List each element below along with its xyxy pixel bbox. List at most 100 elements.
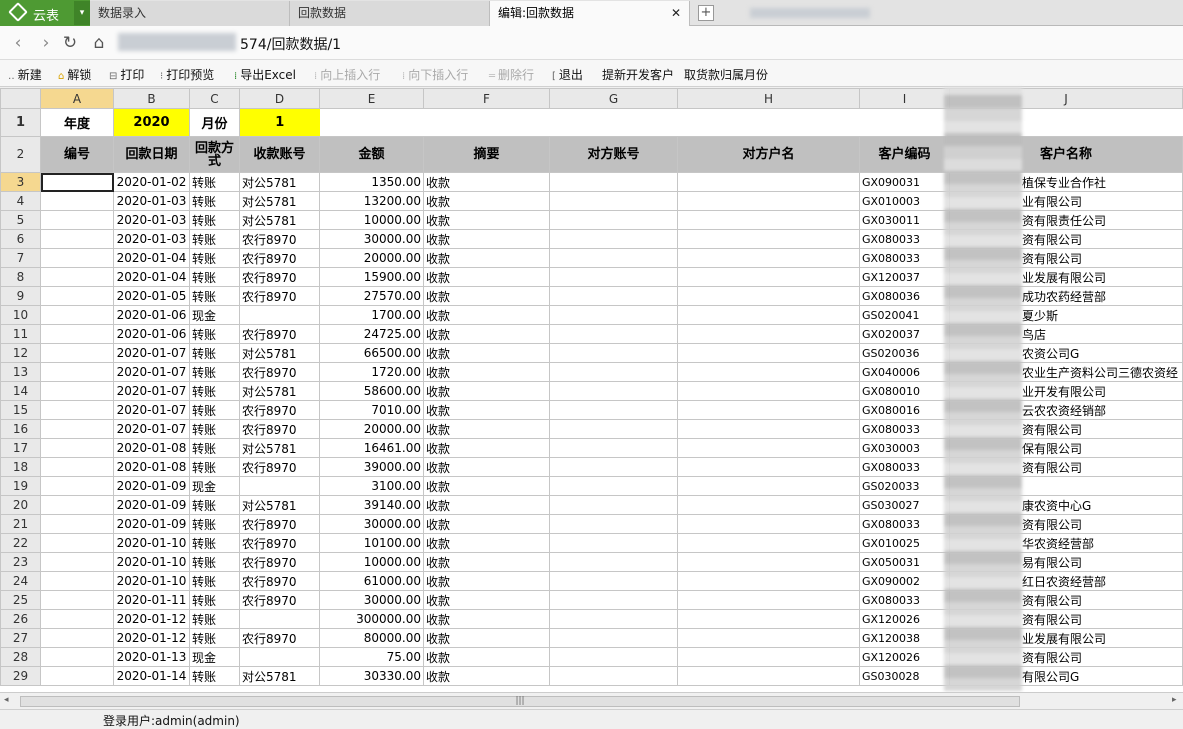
cell-i[interactable]: GX120038: [859, 628, 950, 648]
cell-g[interactable]: [549, 381, 678, 401]
new-button[interactable]: ‥ 新建: [8, 66, 42, 83]
cell-h[interactable]: [677, 343, 860, 363]
row-header[interactable]: 15: [0, 400, 41, 420]
cell-e[interactable]: 61000.00: [319, 571, 424, 591]
cell-c[interactable]: 转账: [189, 438, 240, 458]
cell-a[interactable]: [40, 628, 114, 648]
payment-month-button[interactable]: 取货款归属月份: [684, 66, 768, 83]
cell-e[interactable]: 1700.00: [319, 305, 424, 325]
cell-a[interactable]: [40, 571, 114, 591]
cell-g[interactable]: [549, 666, 678, 686]
row-header[interactable]: 9: [0, 286, 41, 306]
row-header[interactable]: 25: [0, 590, 41, 610]
cell-b[interactable]: 2020-01-11: [113, 590, 190, 610]
row-header[interactable]: 29: [0, 666, 41, 686]
cell-a[interactable]: [40, 381, 114, 401]
cell-a[interactable]: [40, 343, 114, 363]
cell-e[interactable]: 20000.00: [319, 248, 424, 268]
cell-i[interactable]: GX120026: [859, 609, 950, 629]
row-header[interactable]: 24: [0, 571, 41, 591]
cell-b[interactable]: 2020-01-05: [113, 286, 190, 306]
row-header[interactable]: 2: [0, 136, 41, 173]
column-header-g[interactable]: G: [549, 88, 678, 109]
cell-e[interactable]: 3100.00: [319, 476, 424, 496]
cell-h[interactable]: [677, 647, 860, 667]
cell-d[interactable]: 对公5781: [239, 191, 320, 211]
cell-d[interactable]: 农行8970: [239, 248, 320, 268]
cell-e[interactable]: 30000.00: [319, 229, 424, 249]
cell-i[interactable]: GX080033: [859, 590, 950, 610]
cell-i[interactable]: GX080036: [859, 286, 950, 306]
cell-c[interactable]: 现金: [189, 647, 240, 667]
cell-c[interactable]: 转账: [189, 514, 240, 534]
tab-payment-data[interactable]: 回款数据: [290, 1, 490, 26]
cell-a[interactable]: [40, 666, 114, 686]
cell-f[interactable]: 收款: [423, 343, 550, 363]
cell-h[interactable]: [677, 457, 860, 477]
cell-f[interactable]: 收款: [423, 267, 550, 287]
cell-g[interactable]: [549, 324, 678, 344]
cell-b[interactable]: 2020-01-14: [113, 666, 190, 686]
row-header[interactable]: 17: [0, 438, 41, 458]
cell-d[interactable]: 农行8970: [239, 400, 320, 420]
cell-c[interactable]: 转账: [189, 609, 240, 629]
horizontal-scrollbar[interactable]: ◂ ||| ▸: [0, 692, 1183, 709]
cell-b[interactable]: 2020-01-06: [113, 324, 190, 344]
cell-d[interactable]: 农行8970: [239, 590, 320, 610]
cell-a[interactable]: [40, 495, 114, 515]
row-header[interactable]: 23: [0, 552, 41, 572]
cell-h[interactable]: [677, 210, 860, 230]
cell-g[interactable]: [549, 495, 678, 515]
cell-a[interactable]: [40, 267, 114, 287]
cell-e[interactable]: 1350.00: [319, 172, 424, 192]
cell-c[interactable]: 转账: [189, 419, 240, 439]
cell-f[interactable]: 收款: [423, 495, 550, 515]
column-header-b[interactable]: B: [113, 88, 190, 109]
cell-g[interactable]: [549, 286, 678, 306]
cell-g[interactable]: [549, 590, 678, 610]
cell-g[interactable]: [549, 457, 678, 477]
blank-cell[interactable]: [319, 108, 1183, 137]
unlock-button[interactable]: ⌂ 解锁: [58, 66, 91, 83]
cell-c[interactable]: 转账: [189, 362, 240, 382]
cell-d[interactable]: 农行8970: [239, 286, 320, 306]
cell-g[interactable]: [549, 628, 678, 648]
cell-c[interactable]: 转账: [189, 590, 240, 610]
cell-g[interactable]: [549, 172, 678, 192]
cell-e[interactable]: 7010.00: [319, 400, 424, 420]
delete-row-button[interactable]: ═ 删除行: [489, 66, 534, 83]
cell-i[interactable]: GS020041: [859, 305, 950, 325]
cell-h[interactable]: [677, 571, 860, 591]
cell-f[interactable]: 收款: [423, 457, 550, 477]
cell-b[interactable]: 2020-01-07: [113, 381, 190, 401]
cell-c[interactable]: 转账: [189, 267, 240, 287]
cell-g[interactable]: [549, 343, 678, 363]
cell-i[interactable]: GS020033: [859, 476, 950, 496]
cell-g[interactable]: [549, 419, 678, 439]
cell-i[interactable]: GX080033: [859, 229, 950, 249]
back-icon[interactable]: ‹: [7, 32, 29, 54]
cell-e[interactable]: 15900.00: [319, 267, 424, 287]
cell-f[interactable]: 收款: [423, 362, 550, 382]
cell-i[interactable]: GX080016: [859, 400, 950, 420]
scroll-thumb[interactable]: |||: [20, 696, 1020, 707]
cell-f[interactable]: 收款: [423, 400, 550, 420]
cell-h[interactable]: [677, 590, 860, 610]
cell-b[interactable]: 2020-01-12: [113, 609, 190, 629]
cell-e[interactable]: 1720.00: [319, 362, 424, 382]
cell-e[interactable]: 24725.00: [319, 324, 424, 344]
cell-c[interactable]: 转账: [189, 571, 240, 591]
cell-a[interactable]: [40, 248, 114, 268]
cell-h[interactable]: [677, 628, 860, 648]
cell-f[interactable]: 收款: [423, 514, 550, 534]
cell-a[interactable]: [40, 324, 114, 344]
cell-i[interactable]: GX080033: [859, 248, 950, 268]
cell-g[interactable]: [549, 571, 678, 591]
row-header[interactable]: 3: [0, 172, 41, 192]
column-header-d[interactable]: D: [239, 88, 320, 109]
row-header[interactable]: 16: [0, 419, 41, 439]
cell-e[interactable]: 30000.00: [319, 590, 424, 610]
cell-f[interactable]: 收款: [423, 286, 550, 306]
cell-h[interactable]: [677, 400, 860, 420]
cell-e[interactable]: 10000.00: [319, 210, 424, 230]
